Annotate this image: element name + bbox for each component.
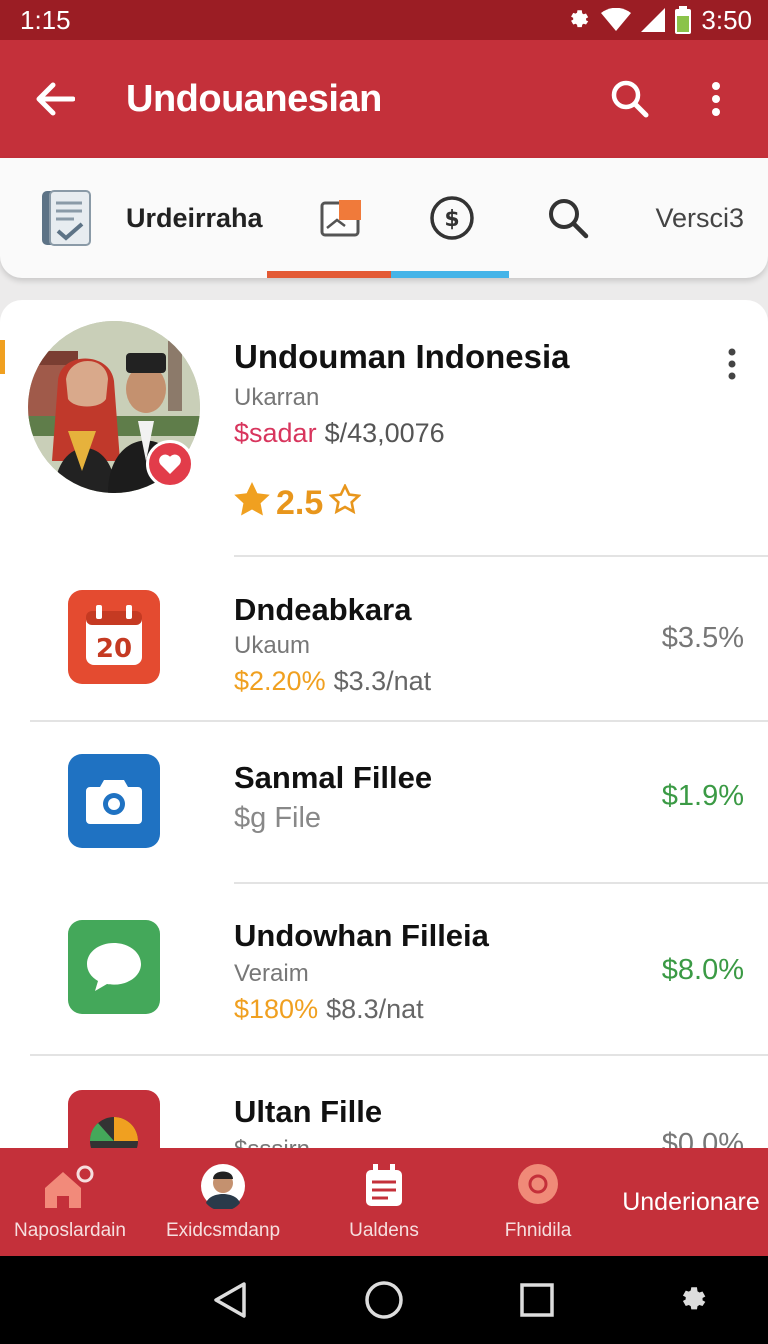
item-value: $1.9%: [661, 780, 744, 812]
featured-subtitle: Ukarran: [234, 384, 320, 411]
nav-label: Fhnidila: [504, 1220, 572, 1241]
camera-icon: [68, 754, 160, 848]
nav-label: Naposlardain: [14, 1220, 126, 1241]
document-check-icon[interactable]: [40, 189, 94, 247]
wifi-icon: [601, 8, 632, 32]
recents-square-icon[interactable]: [515, 1278, 559, 1322]
status-icons: 3:50: [565, 5, 752, 36]
home-icon: [43, 1162, 97, 1210]
nav-label: Underionare: [622, 1187, 760, 1216]
nav-item-location[interactable]: Fhnidila: [462, 1148, 614, 1256]
system-nav-bar: [0, 1256, 768, 1344]
tab-label[interactable]: Urdeirraha: [126, 203, 263, 234]
chat-bubble-icon: [68, 920, 160, 1014]
settings-gear-icon: [565, 7, 591, 33]
nav-item-calendar[interactable]: Ualdens: [306, 1148, 462, 1256]
item-price-label: $2.20%: [234, 666, 326, 696]
tab-indicator-active: [267, 271, 391, 278]
item-price-label: $180%: [234, 994, 319, 1024]
item-value: $3.5%: [661, 622, 744, 654]
rating-value: 2.5: [276, 484, 324, 522]
status-time-right: 3:50: [701, 4, 752, 35]
list-item[interactable]: Undowhan Filleia Veraim $180% $8.3/nat $8…: [0, 884, 768, 1054]
item-list: Undouman Indonesia Ukarran $sadar $/43,00…: [0, 300, 768, 1148]
app-bar: Undouanesian: [0, 40, 768, 158]
item-subtitle: Veraim: [234, 960, 309, 987]
item-price: $180% $8.3/nat: [234, 994, 424, 1025]
search-icon[interactable]: [547, 197, 589, 239]
featured-price-value: $/43,0076: [324, 418, 445, 448]
featured-price: $sadar $/43,0076: [234, 418, 445, 449]
nav-label: Exidcsmdanp: [165, 1220, 281, 1241]
status-time-left: 1:15: [20, 4, 71, 35]
favorite-heart-icon[interactable]: [146, 440, 194, 488]
tab-indicator-secondary: [391, 271, 509, 278]
item-subtitle: $g File: [234, 802, 322, 834]
divider: [234, 555, 768, 557]
item-title: Undowhan Filleia: [234, 918, 489, 953]
image-card-icon[interactable]: [319, 198, 363, 238]
star-outline-icon: [328, 482, 362, 523]
item-subtitle: Ukaum: [234, 632, 311, 659]
nav-item-text[interactable]: Underionare: [614, 1148, 768, 1256]
back-triangle-icon[interactable]: [208, 1278, 252, 1322]
svg-text:$: $: [444, 207, 459, 232]
featured-price-label: $sadar: [234, 418, 317, 448]
battery-icon: [675, 6, 692, 34]
item-subtitle: $sssirn: [234, 1136, 310, 1148]
list-item[interactable]: 20 Dndeabkara Ukaum $2.20% $3.3/nat $3.5%: [0, 558, 768, 720]
status-bar: 1:15 3:50: [0, 0, 768, 40]
calendar-date: 20: [96, 634, 132, 664]
star-icon: [234, 482, 270, 525]
dollar-coin-icon[interactable]: $: [429, 195, 475, 241]
calendar-list-icon: [364, 1162, 404, 1210]
pie-chart-icon: [68, 1090, 160, 1148]
tab-strip: Urdeirraha $ Versci3: [0, 158, 768, 278]
item-price-value: $3.3/nat: [333, 666, 432, 696]
nav-item-profile[interactable]: Exidcsmdanp: [140, 1148, 306, 1256]
nav-label: Ualdens: [349, 1220, 419, 1241]
featured-item[interactable]: Undouman Indonesia Ukarran $sadar $/43,00…: [0, 300, 768, 556]
list-item[interactable]: Ultan Fille $sssirn $0.0%: [0, 1056, 768, 1148]
more-vert-icon[interactable]: [684, 67, 748, 131]
profile-avatar-icon: [200, 1162, 246, 1210]
back-arrow-icon[interactable]: [20, 64, 90, 134]
bottom-nav: Naposlardain Exidcsmdanp Ualdens Fhnidil…: [0, 1148, 768, 1256]
item-value: $0.0%: [661, 1128, 744, 1148]
item-value: $8.0%: [661, 954, 744, 986]
list-item[interactable]: Sanmal Fillee $g File $1.9%: [0, 722, 768, 882]
signal-icon: [641, 8, 666, 32]
item-title: Sanmal Fillee: [234, 760, 433, 795]
item-price: $2.20% $3.3/nat: [234, 666, 431, 697]
settings-gear-icon[interactable]: [670, 1278, 714, 1322]
item-more-icon[interactable]: [712, 344, 752, 384]
app-title: Undouanesian: [126, 77, 382, 120]
home-circle-icon[interactable]: [362, 1278, 406, 1322]
featured-title: Undouman Indonesia: [234, 338, 570, 375]
item-title: Dndeabkara: [234, 592, 412, 627]
search-icon[interactable]: [598, 67, 662, 131]
avatar[interactable]: [28, 321, 200, 493]
featured-rating: 2.5: [234, 482, 362, 525]
version-label: Versci3: [655, 202, 744, 233]
location-pin-icon: [516, 1162, 560, 1210]
calendar-icon: 20: [68, 590, 160, 684]
item-title: Ultan Fille: [234, 1094, 383, 1129]
item-price-value: $8.3/nat: [326, 994, 424, 1024]
nav-item-home[interactable]: Naposlardain: [0, 1148, 140, 1256]
